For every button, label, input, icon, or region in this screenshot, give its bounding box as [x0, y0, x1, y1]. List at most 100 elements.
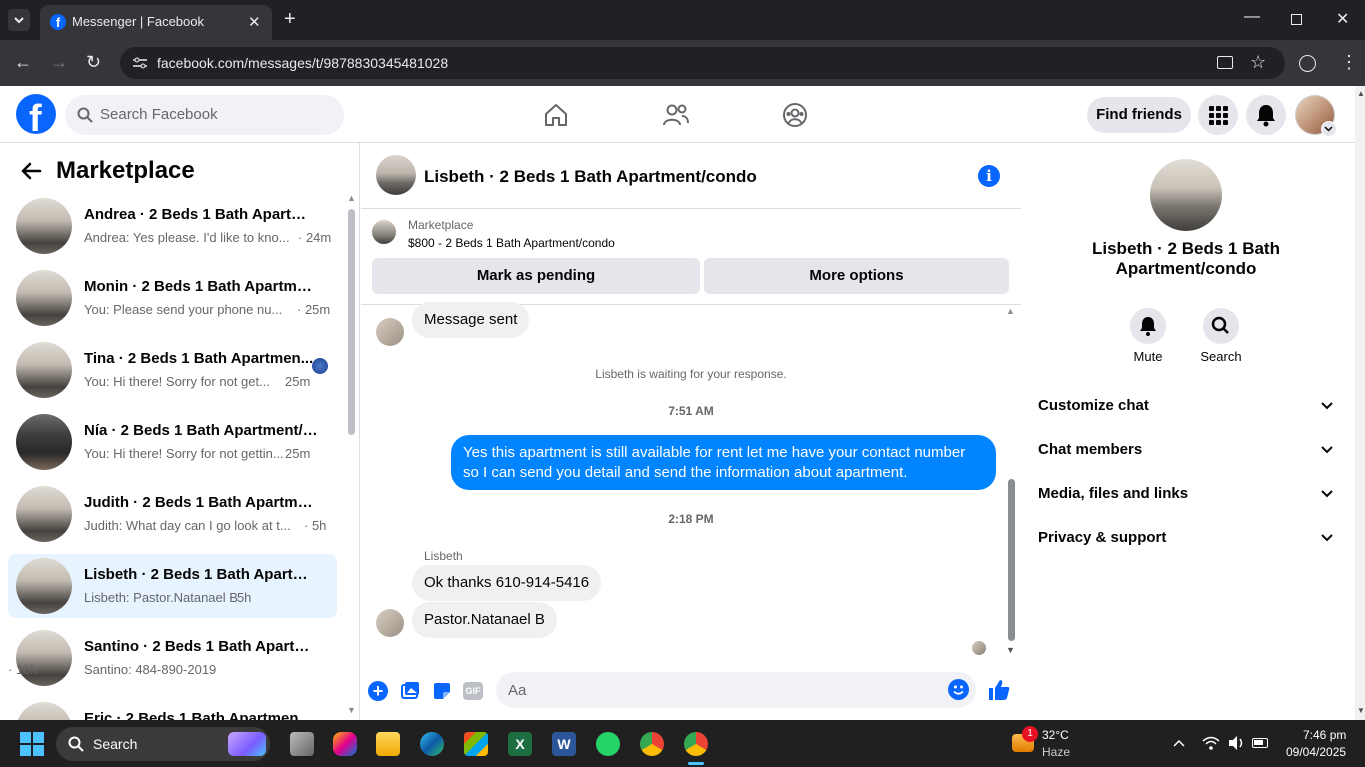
friends-icon[interactable]	[663, 103, 689, 127]
conversation-item[interactable]: Eric · 2 Beds 1 Bath Apartment/c...	[8, 698, 337, 720]
chevron-down-icon[interactable]	[1320, 487, 1334, 501]
conversation-item[interactable]: Tina · 2 Beds 1 Bath Apartmen... You: Hi …	[8, 338, 337, 402]
clock-date[interactable]: 09/04/2025	[1286, 745, 1346, 759]
more-actions-plus-icon[interactable]: +	[368, 681, 388, 701]
sticker-icon[interactable]	[432, 681, 452, 701]
emoji-icon[interactable]	[948, 679, 969, 700]
forward-icon[interactable]: →	[50, 52, 68, 73]
scroll-down-arrow-icon[interactable]: ▼	[1006, 645, 1015, 655]
gif-icon[interactable]: GIF	[463, 682, 483, 700]
my-message-bubble[interactable]: Yes this apartment is still available fo…	[451, 435, 996, 490]
chrome-profile-icon[interactable]	[640, 732, 664, 756]
weather-temp[interactable]: 32°C	[1042, 728, 1069, 742]
scroll-down-arrow-icon[interactable]: ▼	[1357, 706, 1365, 715]
address-bar[interactable]: facebook.com/messages/t/9878830345481028…	[120, 47, 1285, 79]
browser-menu-icon[interactable]: ⋮	[1340, 52, 1358, 73]
site-info-icon[interactable]	[132, 56, 148, 70]
conversation-item[interactable]: Nía · 2 Beds 1 Bath Apartment/c... You: H…	[8, 410, 337, 474]
word-icon[interactable]: W	[552, 732, 576, 756]
mark-as-pending-button[interactable]: Mark as pending	[372, 258, 700, 294]
conversation-item[interactable]: Andrea · 2 Beds 1 Bath Apartme... Andrea:…	[8, 194, 337, 258]
scroll-up-arrow-icon[interactable]: ▲	[1357, 89, 1365, 98]
show-hidden-icons-chevron-up-icon[interactable]	[1172, 738, 1186, 748]
notifications-bell-button[interactable]	[1246, 95, 1286, 135]
account-chevron-down-icon[interactable]	[1321, 121, 1337, 137]
back-icon[interactable]: ←	[14, 52, 32, 73]
windows-start-icon[interactable]	[20, 732, 44, 756]
message-bubble[interactable]: Ok thanks 610-914-5416	[412, 565, 602, 601]
scroll-up-arrow-icon[interactable]: ▲	[347, 193, 356, 203]
seen-avatar	[972, 641, 986, 655]
chat-scrollbar[interactable]: ▲ ▼	[1005, 306, 1019, 659]
taskbar-search[interactable]: Search	[56, 727, 270, 761]
sidebar-scrollbar[interactable]: ▲ ▼	[345, 193, 359, 720]
url-text: facebook.com/messages/t/9878830345481028	[157, 55, 449, 71]
listing-title[interactable]: $800 - 2 Beds 1 Bath Apartment/condo	[408, 236, 615, 250]
wifi-icon[interactable]	[1202, 735, 1220, 751]
maximize-icon[interactable]	[1291, 14, 1302, 25]
thumbs-up-like-icon[interactable]	[987, 678, 1011, 702]
conversation-item[interactable]: Monin · 2 Beds 1 Bath Apartmen... You: Pl…	[8, 266, 337, 330]
tab-list-button[interactable]	[8, 9, 30, 31]
more-options-button[interactable]: More options	[704, 258, 1009, 294]
sender-avatar[interactable]	[376, 609, 404, 637]
home-icon[interactable]	[543, 102, 569, 128]
chat-members-section[interactable]: Chat members	[1038, 441, 1142, 458]
details-listing-photo[interactable]	[1150, 159, 1222, 231]
seen-avatar	[312, 358, 328, 374]
scroll-down-arrow-icon[interactable]: ▼	[347, 705, 356, 715]
message-input[interactable]: Aa	[496, 672, 976, 708]
reload-icon[interactable]: ↻	[86, 52, 101, 73]
facebook-search[interactable]: Search Facebook	[65, 95, 344, 135]
page-scrollbar[interactable]: ▲ ▼	[1355, 86, 1365, 720]
facebook-logo-icon[interactable]: f	[16, 94, 56, 134]
menu-grid-button[interactable]	[1198, 95, 1238, 135]
listing-thumbnail[interactable]	[372, 220, 396, 244]
search-in-chat-icon[interactable]	[1203, 308, 1239, 344]
new-tab-icon[interactable]: +	[284, 8, 296, 31]
sidebar-scroll-thumb[interactable]	[348, 209, 355, 435]
conversation-list: Andrea · 2 Beds 1 Bath Apartme... Andrea:…	[0, 143, 345, 720]
battery-icon[interactable]	[1252, 738, 1268, 748]
info-icon[interactable]: i	[978, 165, 1000, 187]
message-bubble[interactable]: Message sent	[412, 302, 530, 338]
message-bubble[interactable]: Pastor.Natanael B	[412, 602, 557, 638]
privacy-support-section[interactable]: Privacy & support	[1038, 529, 1166, 546]
facebook-header: f Search Facebook Find friends	[0, 86, 1355, 143]
conversation-item[interactable]: Judith · 2 Beds 1 Bath Apartmen... Judith…	[8, 482, 337, 546]
weather-desc[interactable]: Haze	[1042, 745, 1070, 759]
edge-icon[interactable]	[420, 732, 444, 756]
customize-chat-section[interactable]: Customize chat	[1038, 397, 1149, 414]
chevron-down-icon[interactable]	[1320, 443, 1334, 457]
conversation-item[interactable]: Santino · 2 Beds 1 Bath Apartme... Santin…	[8, 626, 337, 690]
microsoft-store-icon[interactable]	[464, 732, 488, 756]
task-view-icon[interactable]	[290, 732, 314, 756]
chevron-down-icon[interactable]	[1320, 531, 1334, 545]
chrome-active-icon[interactable]	[684, 732, 708, 756]
minimize-icon[interactable]: —	[1244, 8, 1260, 26]
chat-title[interactable]: Lisbeth · 2 Beds 1 Bath Apartment/condo	[424, 167, 757, 187]
volume-icon[interactable]	[1228, 735, 1246, 751]
copilot-icon[interactable]	[333, 732, 357, 756]
clock-time[interactable]: 7:46 pm	[1303, 728, 1346, 742]
file-explorer-icon[interactable]	[376, 732, 400, 756]
groups-icon[interactable]	[782, 102, 808, 128]
conversation-item[interactable]: Lisbeth · 2 Beds 1 Bath Apartme... Lisbet…	[8, 554, 337, 618]
sender-avatar[interactable]	[376, 318, 404, 346]
close-tab-icon[interactable]: ✕	[248, 13, 261, 31]
profile-icon[interactable]	[1299, 55, 1316, 72]
attach-photo-icon[interactable]	[400, 681, 420, 701]
browser-tab[interactable]: f Messenger | Facebook ✕	[40, 5, 272, 40]
chat-scroll-thumb[interactable]	[1008, 479, 1015, 641]
chevron-down-icon[interactable]	[1320, 399, 1334, 413]
chat-listing-thumbnail[interactable]	[376, 155, 416, 195]
install-app-icon[interactable]	[1217, 56, 1233, 69]
bookmark-star-icon[interactable]: ☆	[1250, 52, 1266, 73]
find-friends-button[interactable]: Find friends	[1087, 97, 1191, 133]
excel-icon[interactable]: X	[508, 732, 532, 756]
whatsapp-icon[interactable]	[596, 732, 620, 756]
mute-bell-icon[interactable]	[1130, 308, 1166, 344]
scroll-up-arrow-icon[interactable]: ▲	[1006, 306, 1015, 316]
media-files-links-section[interactable]: Media, files and links	[1038, 485, 1188, 502]
close-window-icon[interactable]: ✕	[1336, 9, 1349, 29]
